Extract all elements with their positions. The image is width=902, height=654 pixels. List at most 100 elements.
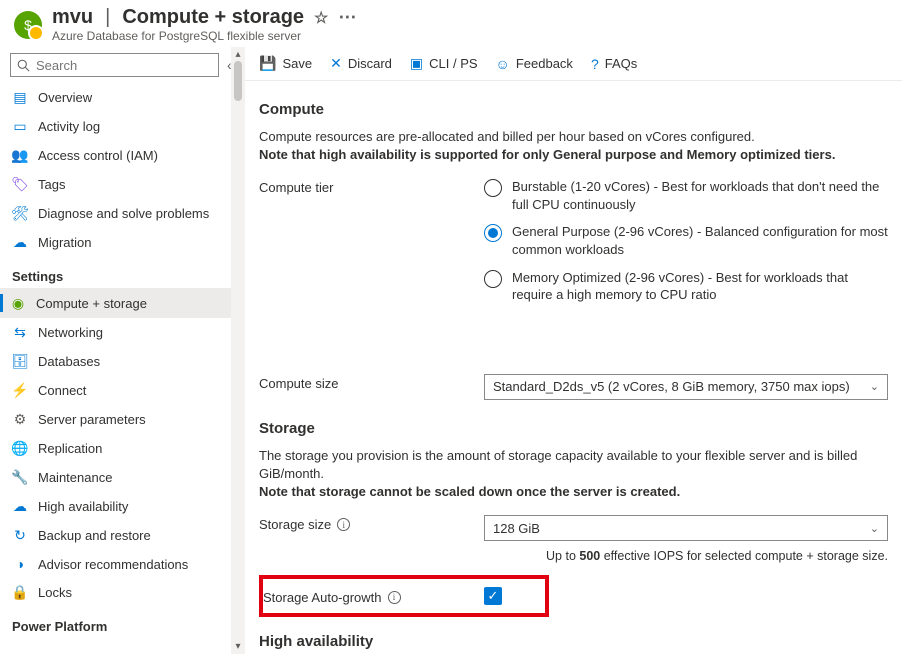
iops-prefix: Up to	[546, 549, 579, 563]
scroll-thumb[interactable]	[234, 61, 242, 101]
nav-locks[interactable]: 🔒 Locks	[0, 578, 231, 607]
gear-icon: ⚙	[12, 411, 28, 428]
nav-label: High availability	[38, 499, 128, 514]
sidebar-scrollbar[interactable]: ▴ ▾	[231, 47, 245, 654]
feedback-button[interactable]: ☺ Feedback	[496, 56, 573, 72]
storage-description: The storage you provision is the amount …	[259, 447, 888, 502]
nav-label: Advisor recommendations	[38, 557, 188, 572]
title-separator: |	[105, 6, 110, 29]
feedback-icon: ☺	[496, 56, 510, 72]
label-text: Storage Auto-growth	[263, 590, 382, 605]
nav-diagnose[interactable]: 🛠 Diagnose and solve problems	[0, 199, 231, 228]
sidebar-search-input[interactable]	[36, 58, 212, 73]
nav-replication[interactable]: 🌐 Replication	[0, 434, 231, 463]
nav-backup-restore[interactable]: ↻Backup and restore	[0, 521, 231, 550]
scroll-up-arrow-icon[interactable]: ▴	[231, 49, 245, 60]
nav-label: Locks	[38, 585, 72, 600]
iops-suffix: effective IOPS for selected compute + st…	[600, 549, 888, 563]
radio-label: General Purpose (2-96 vCores) - Balanced…	[512, 223, 888, 258]
nav-label: Access control (IAM)	[38, 148, 158, 163]
nav-access-control[interactable]: 👥 Access control (IAM)	[0, 141, 231, 170]
nav-server-parameters[interactable]: ⚙Server parameters	[0, 405, 231, 434]
main-content: Compute Compute resources are pre-alloca…	[245, 81, 902, 654]
command-bar: 💾 Save ✕Discard ▣ CLI / PS ☺ Feedback ?FAQs	[245, 47, 902, 81]
save-button[interactable]: 💾 Save	[259, 55, 312, 72]
replication-icon: 🌐	[12, 440, 28, 457]
radio-icon[interactable]	[484, 224, 502, 242]
nav-compute-storage[interactable]: ◉Compute + storage	[0, 288, 231, 318]
nav-databases[interactable]: 🗄Databases	[0, 347, 231, 376]
lock-icon: 🔒	[12, 584, 28, 601]
tier-option-memory-optimized[interactable]: Memory Optimized (2-96 vCores) - Best fo…	[484, 269, 888, 304]
nav-label: Overview	[38, 90, 92, 105]
nav-activity-log[interactable]: ▭Activity log	[0, 112, 231, 141]
nav-label: Databases	[38, 354, 100, 369]
overview-icon: ▤	[12, 89, 28, 106]
faqs-button[interactable]: ?FAQs	[591, 56, 637, 72]
info-icon[interactable]: i	[388, 591, 401, 604]
tier-option-general-purpose[interactable]: General Purpose (2-96 vCores) - Balanced…	[484, 223, 888, 258]
tools-icon: 🛠	[12, 205, 28, 222]
select-value: 128 GiB	[493, 521, 540, 536]
cmd-label: Save	[282, 56, 312, 71]
chevron-down-icon: ⌄	[870, 522, 879, 535]
nav-label: Migration	[38, 235, 91, 250]
sidebar-search[interactable]	[10, 53, 219, 77]
desc-text: Compute resources are pre-allocated and …	[259, 129, 755, 144]
storage-size-select[interactable]: 128 GiB ⌄	[484, 515, 888, 541]
sidebar: « ▤Overview ▭Activity log 👥Access contro…	[0, 47, 231, 654]
migration-icon: ☁	[12, 234, 28, 251]
chevron-down-icon: ⌄	[870, 380, 879, 393]
nav-label: Backup and restore	[38, 528, 151, 543]
help-icon: ?	[591, 56, 599, 72]
autogrowth-highlight: Storage Auto-growth i ✓	[259, 575, 549, 617]
desc-note: Note that storage cannot be scaled down …	[259, 484, 680, 499]
iops-note: Up to 500 effective IOPS for selected co…	[484, 549, 888, 563]
radio-label: Burstable (1-20 vCores) - Best for workl…	[512, 178, 888, 213]
cmd-label: Discard	[348, 56, 392, 71]
compute-description: Compute resources are pre-allocated and …	[259, 128, 888, 164]
cmd-label: Feedback	[516, 56, 573, 71]
nav-tags[interactable]: 🏷 Tags	[0, 170, 231, 199]
cli-icon: ▣	[410, 55, 423, 72]
discard-button[interactable]: ✕Discard	[330, 55, 392, 72]
cmd-label: CLI / PS	[429, 56, 477, 71]
favorite-star-icon[interactable]: ☆	[314, 8, 328, 28]
nav-label: Compute + storage	[36, 296, 147, 311]
autogrowth-checkbox[interactable]: ✓	[484, 587, 502, 605]
autogrowth-label: Storage Auto-growth i	[263, 588, 484, 605]
tag-icon: 🏷	[12, 176, 28, 193]
advisor-icon: ◑	[12, 556, 28, 572]
nav-advisor[interactable]: ◑ Advisor recommendations	[0, 550, 231, 578]
nav-label: Connect	[38, 383, 86, 398]
nav-overview[interactable]: ▤ Overview	[0, 83, 231, 112]
tier-option-burstable[interactable]: Burstable (1-20 vCores) - Best for workl…	[484, 178, 888, 213]
storage-size-label: Storage sizei	[259, 515, 484, 532]
nav-label: Tags	[38, 177, 65, 192]
nav-maintenance[interactable]: 🔧Maintenance	[0, 463, 231, 492]
nav-connect[interactable]: ⚡ Connect	[0, 376, 231, 405]
cli-button[interactable]: ▣ CLI / PS	[410, 55, 478, 72]
nav-label: Diagnose and solve problems	[38, 206, 209, 221]
sidebar-nav: ▤ Overview ▭Activity log 👥 Access control …	[0, 83, 231, 654]
compute-tier-label: Compute tier	[259, 178, 484, 195]
save-icon: 💾	[259, 55, 276, 72]
radio-icon[interactable]	[484, 270, 502, 288]
iops-number: 500	[579, 549, 600, 563]
nav-label: Replication	[38, 441, 102, 456]
radio-icon[interactable]	[484, 179, 502, 197]
resource-type-icon: $	[14, 11, 42, 39]
compute-heading: Compute	[259, 101, 888, 118]
scroll-down-arrow-icon[interactable]: ▾	[231, 641, 245, 652]
nav-networking[interactable]: ⇆Networking	[0, 318, 231, 347]
info-icon[interactable]: i	[337, 518, 350, 531]
people-icon: 👥	[12, 147, 28, 164]
compute-size-label: Compute size	[259, 374, 484, 391]
more-actions-icon[interactable]: ⋯	[338, 7, 356, 28]
nav-high-availability[interactable]: ☁High availability	[0, 492, 231, 521]
select-value: Standard_D2ds_v5 (2 vCores, 8 GiB memory…	[493, 379, 850, 394]
compute-size-select[interactable]: Standard_D2ds_v5 (2 vCores, 8 GiB memory…	[484, 374, 888, 400]
nav-migration[interactable]: ☁ Migration	[0, 228, 231, 257]
connect-icon: ⚡	[12, 382, 28, 399]
storage-heading: Storage	[259, 420, 888, 437]
